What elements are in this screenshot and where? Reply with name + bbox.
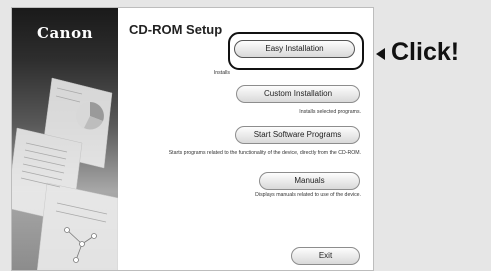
- manuals-button[interactable]: Manuals: [259, 172, 360, 190]
- easy-installation-highlight: [228, 32, 364, 70]
- start-software-programs-description: Starts programs related to the functiona…: [168, 150, 361, 156]
- window-title: CD-ROM Setup: [129, 22, 223, 37]
- custom-installation-description: Installs selected programs.: [299, 109, 361, 115]
- callout-label: Click!: [391, 38, 460, 66]
- start-software-programs-button[interactable]: Start Software Programs: [235, 126, 360, 144]
- manuals-description: Displays manuals related to use of the d…: [255, 192, 361, 198]
- custom-installation-button[interactable]: Custom Installation: [236, 85, 360, 103]
- decorative-side-panel: Canon: [12, 8, 118, 270]
- document-illustration: [12, 77, 118, 270]
- callout-arrow-icon: [376, 47, 385, 60]
- exit-button[interactable]: Exit: [291, 247, 360, 265]
- canon-logo: Canon: [37, 24, 93, 42]
- easy-installation-description: Installs: [213, 70, 230, 76]
- click-callout: Click!: [376, 38, 459, 67]
